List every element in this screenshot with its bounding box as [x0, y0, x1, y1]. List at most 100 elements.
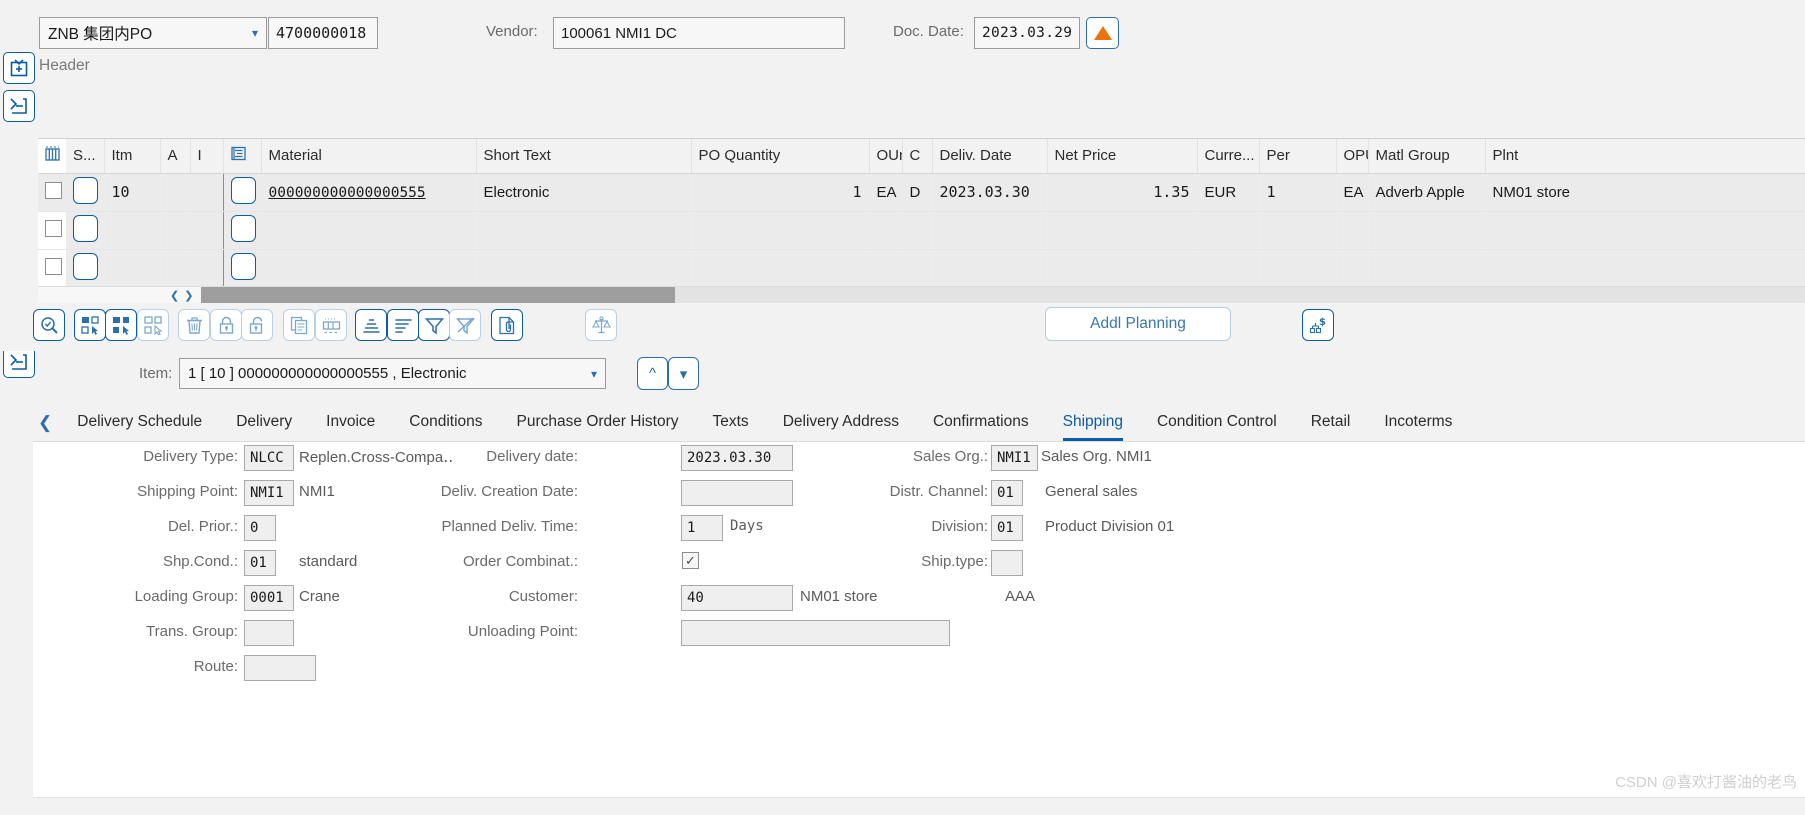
search-details-icon[interactable]: [33, 309, 65, 341]
material-link[interactable]: 000000000000000555: [269, 185, 426, 201]
deselect-all-icon[interactable]: [137, 309, 169, 341]
route-input[interactable]: [244, 655, 316, 681]
col-short-text[interactable]: Short Text: [476, 139, 692, 174]
unloading-point-input[interactable]: [681, 620, 950, 646]
col-c[interactable]: C: [902, 139, 933, 174]
ship-type-input[interactable]: [991, 550, 1023, 576]
status-button[interactable]: [73, 214, 98, 242]
scrollbar-thumb[interactable]: [201, 287, 675, 304]
col-select-all[interactable]: [38, 139, 66, 174]
tab-delivery-address[interactable]: Delivery Address: [766, 405, 916, 441]
delivery-date-input[interactable]: 2023.03.30: [681, 445, 793, 471]
delete-icon[interactable]: [178, 309, 210, 341]
row-select-cell[interactable]: [38, 173, 66, 212]
price-network-icon[interactable]: $: [1302, 309, 1334, 341]
detail-button[interactable]: [230, 252, 256, 280]
sort-descending-icon[interactable]: [387, 309, 419, 341]
distr-channel-input[interactable]: 01: [991, 480, 1023, 506]
del-prior-input[interactable]: 0: [244, 515, 276, 541]
item-select[interactable]: 1 [ 10 ] 000000000000000555 , Electronic…: [179, 358, 606, 389]
select-all-icon[interactable]: [74, 309, 106, 341]
col-a[interactable]: A: [160, 139, 191, 174]
scroll-left-icon[interactable]: ❮: [170, 289, 179, 302]
tab-texts[interactable]: Texts: [696, 405, 766, 441]
tab-invoice[interactable]: Invoice: [309, 405, 392, 441]
customer-input[interactable]: 40: [681, 585, 793, 611]
expand-item-icon[interactable]: [3, 90, 35, 122]
filter-delete-icon[interactable]: [449, 309, 481, 341]
row-detail-cell[interactable]: [223, 173, 262, 212]
tab-confirmations[interactable]: Confirmations: [916, 405, 1046, 441]
doc-date-input[interactable]: 2023.03.29: [974, 17, 1080, 49]
delivery-type-input[interactable]: NLCC: [244, 445, 294, 471]
next-item-button[interactable]: ▾: [668, 357, 699, 390]
table-horizontal-scrollbar[interactable]: ❮ ❯: [38, 286, 1805, 304]
row-checkbox[interactable]: [45, 219, 62, 237]
unlock-icon[interactable]: [241, 309, 273, 341]
planned-deliv-time-input[interactable]: 1: [681, 515, 723, 541]
deliv-creation-date-input[interactable]: [681, 480, 793, 506]
tab-delivery-schedule[interactable]: Delivery Schedule: [60, 405, 219, 441]
row-detail-cell[interactable]: [223, 249, 262, 288]
cell-material[interactable]: 000000000000000555: [261, 173, 477, 212]
row-status-cell[interactable]: [66, 173, 105, 212]
po-number-field[interactable]: 4700000018: [268, 17, 378, 49]
lock-icon[interactable]: [210, 309, 242, 341]
row-status-cell[interactable]: [66, 249, 105, 288]
insert-row-icon[interactable]: [315, 309, 347, 341]
addl-planning-button[interactable]: Addl Planning: [1045, 307, 1231, 341]
vendor-input[interactable]: 100061 NMI1 DC: [553, 17, 845, 49]
tab-conditions[interactable]: Conditions: [392, 405, 499, 441]
table-row[interactable]: [38, 211, 1805, 250]
col-po-quantity[interactable]: PO Quantity: [691, 139, 870, 174]
scrollbar-track[interactable]: [675, 287, 1805, 304]
table-row[interactable]: 10 000000000000000555 Electronic 1 EA D …: [38, 173, 1805, 212]
row-select-cell[interactable]: [38, 211, 66, 250]
expand-header-icon[interactable]: [3, 52, 35, 84]
status-button[interactable]: [73, 176, 98, 204]
copy-icon[interactable]: [283, 309, 315, 341]
division-input[interactable]: 01: [991, 515, 1023, 541]
detail-button[interactable]: [230, 176, 256, 204]
sort-ascending-icon[interactable]: [355, 309, 387, 341]
col-itm[interactable]: Itm: [104, 139, 161, 174]
document-type-select[interactable]: ZNB 集团内PO ▾: [39, 17, 267, 49]
row-status-cell[interactable]: [66, 211, 105, 250]
shp-cond-input[interactable]: 01: [244, 550, 276, 576]
filter-icon[interactable]: [418, 309, 450, 341]
tab-purchase-order-history[interactable]: Purchase Order History: [500, 405, 696, 441]
col-currency[interactable]: Curre...: [1197, 139, 1260, 174]
row-checkbox[interactable]: [45, 181, 62, 199]
row-checkbox[interactable]: [45, 257, 62, 275]
previous-item-button[interactable]: ^: [637, 357, 668, 390]
col-status[interactable]: S...: [66, 139, 105, 174]
row-select-cell[interactable]: [38, 249, 66, 288]
col-deliv-date[interactable]: Deliv. Date: [932, 139, 1048, 174]
col-icon[interactable]: [223, 139, 262, 174]
col-matl-group[interactable]: Matl Group: [1368, 139, 1486, 174]
scroll-right-icon[interactable]: ❯: [184, 289, 193, 302]
tab-retail[interactable]: Retail: [1294, 405, 1368, 441]
shipping-point-input[interactable]: NMI1: [244, 480, 294, 506]
balance-scale-icon[interactable]: [585, 309, 617, 341]
attachment-icon[interactable]: [491, 309, 523, 341]
col-per[interactable]: Per: [1259, 139, 1337, 174]
status-button[interactable]: [73, 252, 98, 280]
col-net-price[interactable]: Net Price: [1047, 139, 1198, 174]
col-material[interactable]: Material: [261, 139, 477, 174]
tab-shipping[interactable]: Shipping: [1046, 405, 1140, 441]
col-opu[interactable]: OPU: [1336, 139, 1369, 174]
loading-group-input[interactable]: 0001: [244, 585, 294, 611]
tab-delivery[interactable]: Delivery: [219, 405, 309, 441]
detail-button[interactable]: [230, 214, 256, 242]
select-block-icon[interactable]: [105, 309, 137, 341]
col-oun[interactable]: OUn: [869, 139, 903, 174]
scroll-arrows[interactable]: ❮ ❯: [170, 287, 193, 304]
chevron-left-icon[interactable]: ❮: [33, 413, 60, 433]
trans-group-input[interactable]: [244, 620, 294, 646]
expand-header-button[interactable]: [1086, 17, 1119, 49]
tab-incoterms[interactable]: Incoterms: [1367, 405, 1469, 441]
tab-condition-control[interactable]: Condition Control: [1140, 405, 1294, 441]
sales-org-input[interactable]: NMI1: [991, 445, 1038, 471]
table-row[interactable]: [38, 249, 1805, 288]
